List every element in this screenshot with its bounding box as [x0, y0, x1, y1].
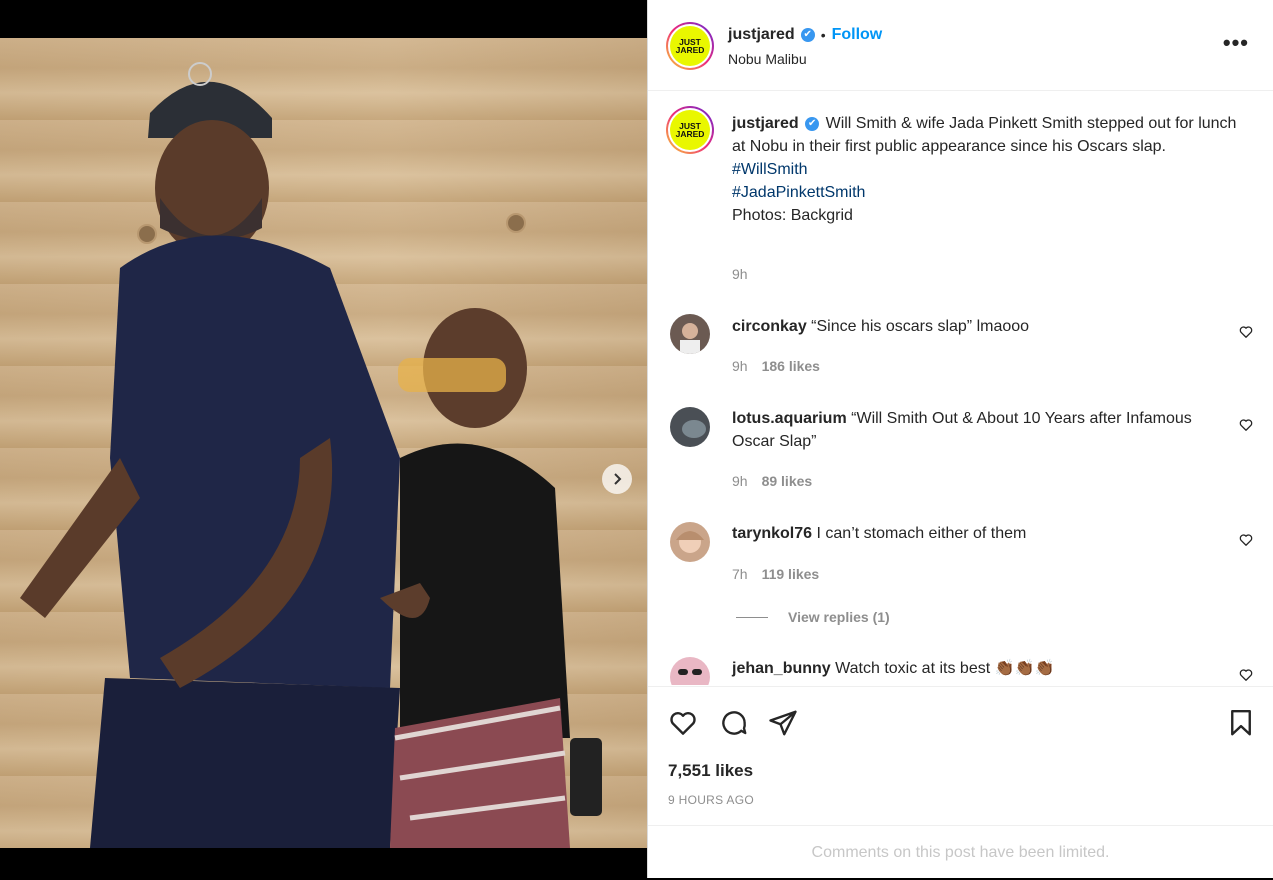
comments-limited-notice: Comments on this post have been limited. [648, 825, 1273, 880]
caption-time[interactable]: 9h [732, 266, 748, 282]
comment-text: I can’t stomach either of them [816, 525, 1027, 542]
post-caption: justjared ✔ Will Smith & wife Jada Pinke… [732, 112, 1252, 227]
photo-people-illustration [20, 62, 602, 848]
comment-time[interactable]: 9h [732, 358, 748, 374]
comment-text: Watch toxic at its best 👏🏾👏🏾👏🏾 [835, 660, 1055, 677]
commenter-avatar-image [678, 669, 702, 675]
heart-icon[interactable] [1239, 668, 1253, 682]
commenter-avatar[interactable] [670, 522, 710, 562]
post-media-pane [0, 0, 647, 878]
view-replies-label: View replies (1) [788, 609, 890, 625]
commenter-avatar[interactable] [670, 314, 710, 354]
comment-meta: 7h 119 likes [732, 566, 819, 582]
comment-item: jehan_bunny Watch toxic at its best 👏🏾👏🏾… [732, 657, 1192, 680]
post-header: JUST JARED justjared ✔ • Follow Nobu Mal… [648, 0, 1273, 91]
comment-meta: 9h 186 likes [732, 358, 820, 374]
follow-button[interactable]: Follow [832, 26, 883, 44]
caption-username[interactable]: justjared [732, 115, 799, 132]
photo-credit: Photos: Backgrid [732, 207, 853, 224]
comments-list[interactable]: JUST JARED justjared ✔ Will Smith & wife… [648, 91, 1273, 685]
more-options-icon[interactable]: ••• [1223, 30, 1249, 56]
post-location[interactable]: Nobu Malibu [728, 51, 807, 67]
post-photo[interactable] [0, 38, 647, 848]
heart-icon[interactable] [1239, 418, 1253, 432]
comment-likes[interactable]: 119 likes [762, 566, 820, 582]
commenter-avatar-image [682, 420, 706, 438]
logo-text-bottom: JARED [675, 45, 705, 55]
post-sidebar: JUST JARED justjared ✔ • Follow Nobu Mal… [647, 0, 1273, 878]
caption-avatar[interactable]: JUST JARED [666, 106, 714, 154]
brand-logo: JUST JARED [670, 110, 710, 150]
brand-logo: JUST JARED [670, 26, 710, 66]
hashtag-link[interactable]: #JadaPinkettSmith [732, 184, 865, 201]
comment-time[interactable]: 7h [732, 566, 748, 582]
comment-username[interactable]: circonkay [732, 318, 807, 335]
author-username[interactable]: justjared [728, 26, 795, 44]
heart-icon[interactable] [1239, 325, 1253, 339]
comment-username[interactable]: lotus.aquarium [732, 410, 847, 427]
comment-username[interactable]: tarynkol76 [732, 525, 812, 542]
verified-icon: ✔ [800, 28, 815, 42]
header-separator: • [820, 27, 826, 43]
comment-likes[interactable]: 186 likes [762, 358, 820, 374]
caption-avatar-inner: JUST JARED [668, 108, 712, 152]
chevron-right-icon [614, 473, 622, 485]
author-avatar[interactable]: JUST JARED [666, 22, 714, 70]
commenter-avatar-image [680, 323, 700, 354]
comment-likes[interactable]: 89 likes [762, 473, 813, 489]
heart-icon[interactable] [1239, 533, 1253, 547]
comment-icon[interactable] [719, 708, 749, 738]
comment-meta: 9h 89 likes [732, 473, 812, 489]
commenter-avatar-image [676, 531, 704, 553]
share-icon[interactable] [768, 708, 798, 738]
comment-item: circonkay “Since his oscars slap” lmaooo [732, 315, 1192, 338]
hashtag-link[interactable]: #WillSmith [732, 161, 808, 178]
comment-time[interactable]: 9h [732, 473, 748, 489]
bookmark-icon[interactable] [1226, 708, 1256, 738]
author-avatar-inner: JUST JARED [668, 24, 712, 68]
verified-icon: ✔ [805, 116, 820, 131]
comment-username[interactable]: jehan_bunny [732, 660, 831, 677]
comment-item: tarynkol76 I can’t stomach either of the… [732, 522, 1192, 545]
comment-text: “Since his oscars slap” lmaooo [811, 318, 1030, 335]
post-actions: 7,551 likes 9 HOURS AGO Comments on this… [648, 686, 1273, 879]
logo-text-bottom: JARED [675, 129, 705, 139]
like-count[interactable]: 7,551 likes [668, 761, 753, 781]
view-replies-line [736, 616, 768, 618]
comment-item: lotus.aquarium “Will Smith Out & About 1… [732, 407, 1192, 453]
post-timestamp[interactable]: 9 HOURS AGO [668, 793, 754, 807]
heart-icon[interactable] [668, 708, 698, 738]
commenter-avatar[interactable] [670, 657, 710, 685]
header-author-line: justjared ✔ • Follow [728, 26, 882, 44]
next-photo-button[interactable] [602, 464, 632, 494]
commenter-avatar[interactable] [670, 407, 710, 447]
view-replies-button[interactable]: View replies (1) [736, 609, 890, 625]
